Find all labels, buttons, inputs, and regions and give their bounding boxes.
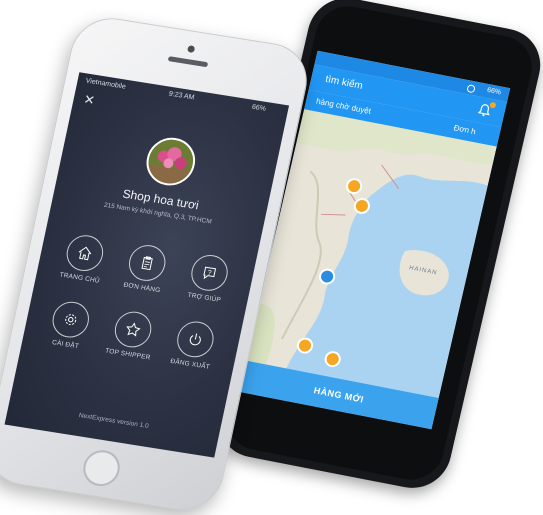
carrier-label: Vietnamobile (85, 77, 127, 91)
version-label: NextExpress version 1.0 (78, 412, 150, 430)
location-icon (466, 84, 476, 94)
gear-icon (65, 314, 77, 326)
menu-logout-label: ĐĂNG XUẤT (169, 357, 211, 371)
menu-logout-button[interactable] (173, 318, 217, 360)
clock-label: 9:23 AM (168, 90, 195, 102)
star-icon (126, 322, 141, 337)
menu-home-button[interactable] (63, 232, 107, 274)
menu-orders-label: ĐƠN HÀNG (122, 281, 162, 295)
close-icon[interactable]: ✕ (82, 91, 96, 108)
notification-badge (489, 101, 497, 109)
avatar[interactable] (142, 134, 200, 189)
menu-home-label: TRANG CHỦ (58, 271, 101, 285)
home-button[interactable] (80, 447, 124, 489)
orders-icon (141, 256, 153, 271)
home-icon (78, 246, 92, 261)
menu-orders-button[interactable] (125, 242, 169, 284)
power-icon (189, 333, 201, 346)
menu-help-label: TRỢ GIÚP (186, 291, 222, 304)
menu-top-shipper-button[interactable] (111, 309, 155, 350)
menu-help-button[interactable]: ? (187, 252, 232, 294)
camera (186, 45, 196, 54)
menu-settings-button[interactable] (49, 299, 93, 341)
help-icon: ? (203, 266, 217, 280)
menu-top-shipper-label: TOP SHIPPER (104, 347, 152, 362)
battery-level: 66% (251, 103, 267, 113)
speaker (167, 56, 209, 68)
menu-settings-label: CÀI ĐẶT (51, 339, 80, 351)
